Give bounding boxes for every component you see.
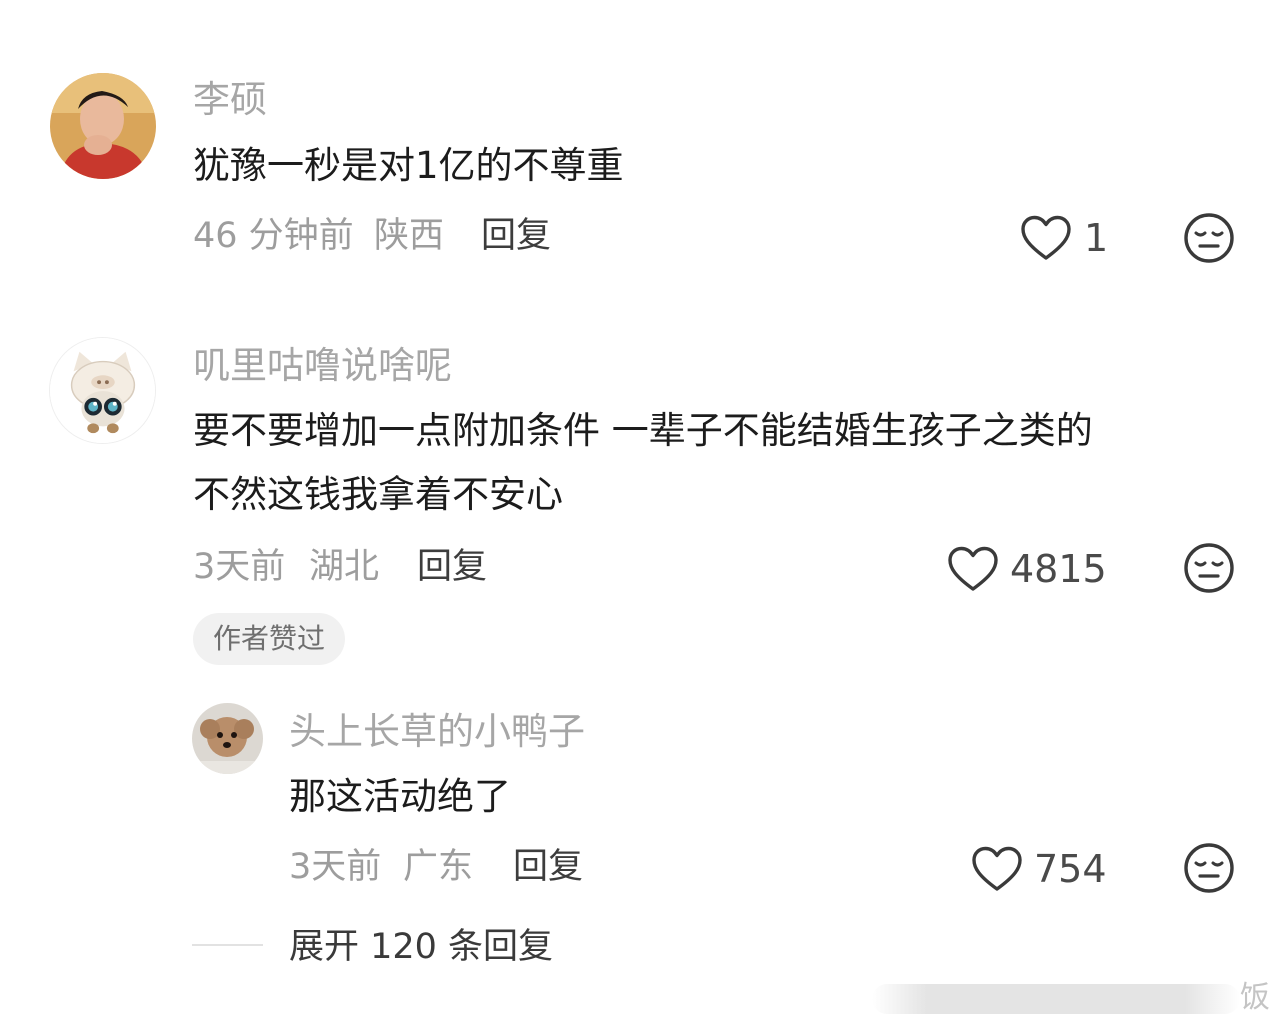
comment-text: 要不要增加一点附加条件 一辈子不能结婚生孩子之类的 不然这钱我拿着不安心	[193, 399, 1093, 527]
author-liked-badge: 作者赞过	[193, 613, 346, 665]
expand-replies-label[interactable]: 展开 120 条回复	[289, 925, 553, 969]
comment-location: 陕西	[374, 216, 445, 256]
heart-outline-icon[interactable]	[1020, 215, 1072, 261]
reply-button[interactable]: 回复	[417, 545, 487, 589]
heart-outline-icon[interactable]	[947, 546, 999, 592]
neutral-face-icon[interactable]	[1183, 212, 1235, 264]
comment-text-line: 那这活动绝了	[289, 775, 511, 818]
watermark-text: 饭	[1240, 980, 1270, 1015]
watermark-bar	[872, 984, 1240, 1014]
comment-timestamp: 46 分钟前	[193, 216, 354, 256]
avatar-cartoon-icon	[50, 338, 155, 443]
avatar-photo-icon	[50, 73, 156, 179]
avatar[interactable]	[49, 337, 156, 444]
comment-text-line: 要不要增加一点附加条件 一辈子不能结婚生孩子之类的	[193, 409, 1093, 452]
comment-text-line: 犹豫一秒是对1亿的不尊重	[193, 144, 624, 187]
comment-text: 犹豫一秒是对1亿的不尊重	[193, 134, 624, 198]
divider	[192, 944, 263, 946]
avatar[interactable]	[192, 703, 263, 774]
comment-text-line: 不然这钱我拿着不安心	[193, 473, 563, 516]
username[interactable]: 头上长草的小鸭子	[289, 710, 585, 754]
neutral-face-icon[interactable]	[1183, 542, 1235, 594]
like-count: 1	[1084, 216, 1109, 260]
username[interactable]: 叽里咕噜说啥呢	[193, 344, 452, 388]
neutral-face-icon[interactable]	[1183, 842, 1235, 894]
comment-timestamp: 3天前	[193, 547, 286, 587]
reply-button[interactable]: 回复	[513, 845, 583, 889]
avatar[interactable]	[50, 73, 156, 179]
comment-text: 那这活动绝了	[289, 765, 511, 829]
like-count: 4815	[1010, 547, 1107, 591]
reply-button[interactable]: 回复	[481, 214, 551, 258]
comment-location: 湖北	[309, 547, 380, 587]
comment-timestamp: 3天前	[289, 847, 382, 887]
avatar-dog-icon	[192, 703, 263, 774]
like-count: 754	[1034, 847, 1107, 891]
heart-outline-icon[interactable]	[971, 846, 1023, 892]
username[interactable]: 李硕	[193, 78, 267, 122]
comment-location: 广东	[403, 847, 474, 887]
